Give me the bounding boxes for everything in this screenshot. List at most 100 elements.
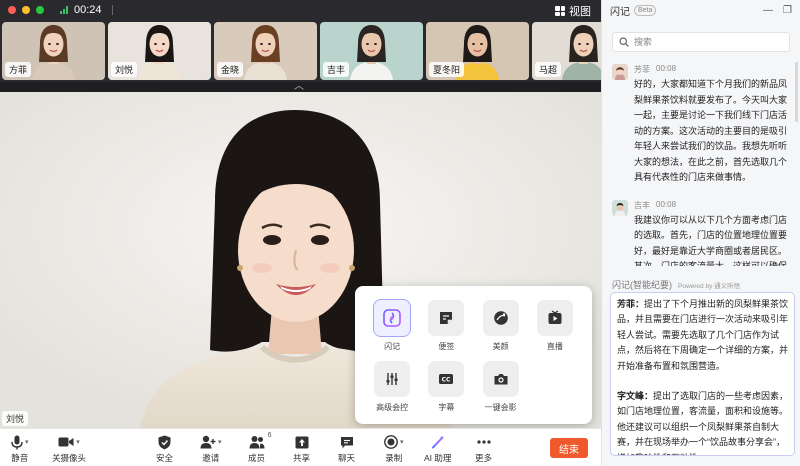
app-camera[interactable]: 一键会影 bbox=[474, 361, 528, 414]
transcript-scrollbar[interactable] bbox=[795, 62, 798, 122]
participant-thumb[interactable]: 方菲 bbox=[2, 22, 105, 80]
members-count-badge: 6 bbox=[267, 432, 272, 439]
message-time: 00:08 bbox=[656, 199, 677, 209]
participant-thumb[interactable]: 金晓 bbox=[214, 22, 317, 80]
mute-caret-icon[interactable]: ▾ bbox=[25, 438, 29, 446]
participant-name: 方菲 bbox=[5, 62, 32, 77]
participant-name: 夏冬阳 bbox=[429, 62, 465, 77]
close-window-button[interactable] bbox=[8, 6, 16, 14]
participant-thumb[interactable]: 刘悦 bbox=[108, 22, 211, 80]
meeting-toolbar: ▾ 静音 ▾ 关摄像头 安全 ▾ 邀请 6 成员 共享 聊天 ▾ 录制 AI 助… bbox=[0, 428, 601, 466]
people-icon bbox=[249, 436, 264, 449]
meeting-app: 00:24 视图 方菲 刘悦 金晓 吉丰 夏冬阳 马超 ︿ 刘悦 闪记 便签 美… bbox=[0, 0, 800, 466]
app-label: 便签 bbox=[438, 342, 455, 351]
panel-header: 闪记 Beta — ❐ bbox=[602, 0, 800, 20]
avatar bbox=[612, 199, 628, 216]
mute-button[interactable]: ▾ 静音 bbox=[11, 434, 29, 464]
more-button[interactable]: 更多 bbox=[475, 434, 492, 464]
summary-header: 闪记(智能纪要) Powered by 通义听悟 bbox=[602, 278, 800, 291]
meeting-timer: 00:24 bbox=[74, 4, 102, 16]
svg-text:CC: CC bbox=[442, 377, 451, 384]
camera-caret-icon[interactable]: ▾ bbox=[76, 438, 80, 446]
sticky-note-icon bbox=[428, 300, 465, 336]
participant-strip: 方菲 刘悦 金晓 吉丰 夏冬阳 马超 bbox=[0, 20, 601, 82]
participant-name: 刘悦 bbox=[111, 62, 138, 77]
microphone-icon bbox=[11, 435, 23, 449]
magic-wand-icon bbox=[431, 435, 445, 449]
app-advanced-control[interactable]: 高级会控 bbox=[365, 361, 419, 414]
ai-assistant-button[interactable]: AI 助理 bbox=[424, 434, 451, 464]
camera-icon bbox=[482, 361, 519, 397]
more-dots-icon bbox=[476, 440, 491, 444]
app-sticky-note[interactable]: 便签 bbox=[419, 300, 473, 353]
summary-speaker: 字文峰： bbox=[617, 391, 654, 402]
avatar bbox=[612, 64, 628, 80]
search-box[interactable] bbox=[612, 32, 790, 52]
camera-off-button[interactable]: ▾ 关摄像头 bbox=[52, 434, 86, 464]
maximize-window-button[interactable] bbox=[36, 6, 44, 14]
participant-name: 金晓 bbox=[217, 62, 244, 77]
participant-name: 马超 bbox=[535, 62, 562, 77]
panel-title: 闪记 bbox=[610, 6, 630, 18]
speaker-name-tag: 刘悦 bbox=[2, 411, 29, 426]
message-text: 我建议你可以从以下几个方面考虑门店的选取。首先，门店的位置地理位置要好，最好是靠… bbox=[634, 214, 788, 267]
app-label: 闪记 bbox=[384, 342, 401, 351]
app-label: 字幕 bbox=[438, 403, 455, 412]
summary-paragraph: 字文峰：提出了选取门店的一些考虑因素，如门店地理位置，客流量，面积和设施等。他还… bbox=[617, 389, 789, 455]
invite-caret-icon[interactable]: ▾ bbox=[218, 438, 222, 446]
signal-strength-icon bbox=[60, 6, 68, 14]
search-input[interactable] bbox=[634, 37, 774, 47]
share-button[interactable]: 共享 bbox=[293, 434, 310, 464]
participant-thumb[interactable]: 吉丰 bbox=[320, 22, 423, 80]
speaker-name: 吉丰 bbox=[634, 200, 650, 210]
summary-paragraph: 芳菲：提出了下个月推出新的凤梨鲜果茶饮品，并且需要在门店进行一次活动来吸引年轻人… bbox=[617, 297, 789, 374]
collapse-strip-chevron-icon[interactable]: ︿ bbox=[290, 82, 308, 92]
participant-thumb[interactable]: 夏冬阳 bbox=[426, 22, 529, 80]
participant-thumb[interactable]: 马超 bbox=[532, 22, 601, 80]
subtitle-icon: CC bbox=[428, 361, 465, 397]
title-bar: 00:24 视图 bbox=[0, 0, 601, 20]
beauty-icon bbox=[482, 300, 519, 336]
minimize-icon[interactable]: — bbox=[763, 5, 773, 16]
members-button[interactable]: 6 成员 bbox=[248, 432, 272, 464]
summary-speaker: 芳菲： bbox=[617, 299, 645, 309]
popout-window-icon[interactable]: ❐ bbox=[783, 5, 792, 16]
invite-button[interactable]: ▾ 邀请 bbox=[200, 434, 222, 464]
apps-popup: 闪记 便签 美颜 直播高级会控 CC 字幕 一键会影 bbox=[355, 286, 592, 424]
chat-bubble-icon bbox=[340, 436, 353, 448]
grid-view-icon bbox=[555, 6, 565, 16]
app-live[interactable]: 直播 bbox=[528, 300, 582, 353]
app-label: 一键会影 bbox=[484, 403, 517, 412]
message-time: 00:08 bbox=[656, 64, 677, 73]
record-icon bbox=[384, 435, 398, 449]
participant-name: 吉丰 bbox=[323, 62, 350, 77]
flash-notes-panel: 闪记 Beta — ❐ 芳菲 00:08 好的，大家都知道下个月我们的新品凤梨鲜果茶… bbox=[601, 0, 800, 466]
record-caret-icon[interactable]: ▾ bbox=[400, 438, 404, 446]
app-beauty[interactable]: 美颜 bbox=[474, 300, 528, 353]
minimize-window-button[interactable] bbox=[22, 6, 30, 14]
advanced-control-icon bbox=[374, 361, 411, 397]
powered-by-label: Powered by 通义听悟 bbox=[678, 283, 741, 290]
security-button[interactable]: 安全 bbox=[156, 434, 173, 464]
live-icon bbox=[536, 300, 573, 336]
view-label: 视图 bbox=[569, 6, 591, 18]
app-flash-notes[interactable]: 闪记 bbox=[365, 299, 419, 353]
panel-window-controls: — ❐ bbox=[763, 5, 792, 16]
share-screen-icon bbox=[295, 436, 308, 448]
flash-notes-icon bbox=[373, 299, 412, 337]
smart-summary-box: 芳菲：提出了下个月推出新的凤梨鲜果茶饮品，并且需要在门店进行一次活动来吸引年轻人… bbox=[610, 292, 795, 456]
summary-title: 闪记(智能纪要) bbox=[612, 280, 672, 290]
add-person-icon bbox=[200, 435, 216, 449]
app-subtitle[interactable]: CC 字幕 bbox=[419, 361, 473, 414]
summary-text: 提出了下个月推出新的凤梨鲜果茶饮品，并且需要在门店进行一次活动来吸引年轻人尝试。… bbox=[617, 299, 789, 371]
chat-button[interactable]: 聊天 bbox=[338, 434, 355, 464]
shield-icon bbox=[158, 435, 171, 449]
app-label: 直播 bbox=[546, 342, 563, 351]
end-meeting-button[interactable]: 结束 bbox=[550, 438, 588, 458]
search-icon bbox=[619, 37, 629, 47]
message-text: 好的，大家都知道下个月我们的新品凤梨鲜果茶饮料就要发布了。今天叫大家一起，主要是… bbox=[634, 79, 788, 182]
record-button[interactable]: ▾ 录制 bbox=[384, 434, 404, 464]
app-label: 美颜 bbox=[492, 342, 509, 351]
view-switch-button[interactable]: 视图 bbox=[555, 3, 591, 19]
video-area: 00:24 视图 方菲 刘悦 金晓 吉丰 夏冬阳 马超 ︿ 刘悦 闪记 便签 美… bbox=[0, 0, 601, 466]
